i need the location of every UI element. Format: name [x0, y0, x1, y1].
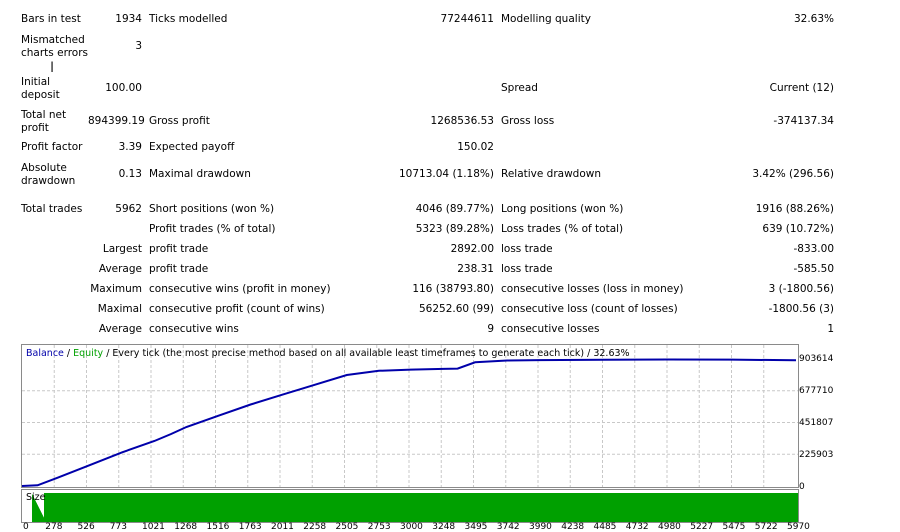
profit-factor-value: 3.39	[118, 141, 142, 153]
average-consecutive-label: Average	[98, 323, 142, 335]
bars-in-test-value: 1934	[115, 13, 142, 25]
profit-trades-value: 5323 (89.28%)	[415, 223, 494, 235]
short-positions-value: 4046 (89.77%)	[415, 203, 494, 215]
maximal-consecutive-loss-label: consecutive loss (count of losses)	[501, 303, 678, 315]
chart-title: Balance / Equity / Every tick (the most …	[26, 348, 630, 359]
y-tick-label: 451807	[799, 418, 834, 428]
largest-profit-trade-label: profit trade	[149, 243, 209, 255]
ticks-modelled-label: Ticks modelled	[149, 13, 228, 25]
gross-profit-value: 1268536.53	[430, 115, 494, 127]
maximal-consecutive-profit-label: consecutive profit (count of wins)	[149, 303, 325, 315]
y-tick-label: 0	[799, 482, 805, 492]
chart-title-sep: /	[63, 348, 74, 359]
total-trades-value: 5962	[115, 203, 142, 215]
total-trades-label: Total trades	[21, 203, 83, 215]
gross-loss-label: Gross loss	[501, 115, 555, 127]
average-consecutive-wins-value: 9	[487, 323, 494, 335]
maximum-label: Maximum	[90, 283, 142, 295]
absolute-drawdown-label: Absolute drawdown	[21, 162, 76, 187]
chart-title-balance: Balance	[26, 348, 64, 359]
short-positions-label: Short positions (won %)	[149, 203, 275, 215]
max-consecutive-wins-label: consecutive wins (profit in money)	[149, 283, 331, 295]
max-consecutive-losses-label: consecutive losses (loss in money)	[501, 283, 684, 295]
chart-title-equity: Equity	[73, 348, 104, 359]
bars-in-test-label: Bars in test	[21, 13, 81, 25]
y-tick-label: 903614	[799, 354, 834, 364]
relative-drawdown-label: Relative drawdown	[501, 168, 602, 180]
balance-chart: Balance / Equity / Every tick (the most …	[21, 344, 799, 488]
maximal-drawdown-value: 10713.04 (1.18%)	[399, 168, 494, 180]
long-positions-value: 1916 (88.26%)	[755, 203, 834, 215]
gross-loss-value: -374137.34	[773, 115, 834, 127]
maximal-consecutive-profit-value: 56252.60 (99)	[419, 303, 494, 315]
total-net-profit-label: Total net profit	[21, 109, 67, 134]
modelling-quality-label: Modelling quality	[501, 13, 591, 25]
average-profit-trade-value: 238.31	[457, 263, 494, 275]
loss-trades-label: Loss trades (% of total)	[501, 223, 624, 235]
average-consecutive-losses-value: 1	[827, 323, 834, 335]
average-consecutive-wins-label: consecutive wins	[149, 323, 239, 335]
size-chart: Size	[21, 489, 799, 523]
profit-factor-label: Profit factor	[21, 141, 83, 153]
max-consecutive-wins-value: 116 (38793.80)	[412, 283, 494, 295]
largest-profit-trade-value: 2892.00	[450, 243, 494, 255]
size-bar-fill	[44, 493, 798, 522]
balance-chart-plot	[22, 345, 798, 487]
average-loss-trade-value: -585.50	[793, 263, 834, 275]
long-positions-label: Long positions (won %)	[501, 203, 624, 215]
y-tick-label: 225903	[799, 450, 834, 460]
average-loss-trade-label: loss trade	[501, 263, 553, 275]
loss-trades-value: 639 (10.72%)	[762, 223, 834, 235]
mismatched-errors-label: Mismatched charts errors	[21, 34, 88, 59]
average-profit-trade-label: profit trade	[149, 263, 209, 275]
ticks-modelled-value: 77244611	[440, 13, 494, 25]
max-consecutive-losses-value: 3 (-1800.56)	[768, 283, 834, 295]
y-tick-label: 677710	[799, 386, 834, 396]
spread-label: Spread	[501, 82, 538, 94]
spread-value: Current (12)	[769, 82, 834, 94]
total-net-profit-value: 894399.19	[88, 115, 145, 127]
gross-profit-label: Gross profit	[149, 115, 210, 127]
modelling-quality-value: 32.63%	[793, 13, 834, 25]
absolute-drawdown-value: 0.13	[118, 168, 142, 180]
maximal-label: Maximal	[97, 303, 142, 315]
initial-deposit-label: Initial deposit	[21, 76, 60, 101]
largest-loss-trade-value: -833.00	[793, 243, 834, 255]
size-label: Size	[26, 492, 46, 503]
largest-loss-trade-label: loss trade	[501, 243, 553, 255]
maximal-drawdown-label: Maximal drawdown	[149, 168, 251, 180]
expected-payoff-value: 150.02	[457, 141, 494, 153]
average-label: Average	[98, 263, 142, 275]
largest-label: Largest	[102, 243, 142, 255]
average-consecutive-losses-label: consecutive losses	[501, 323, 600, 335]
profit-trades-label: Profit trades (% of total)	[149, 223, 276, 235]
initial-deposit-value: 100.00	[105, 82, 142, 94]
chart-title-rest: / Every tick (the most precise method ba…	[103, 348, 630, 359]
relative-drawdown-value: 3.42% (296.56)	[752, 168, 834, 180]
mismatched-errors-value: 3	[135, 40, 142, 52]
maximal-consecutive-loss-value: -1800.56 (3)	[768, 303, 834, 315]
text-cursor-icon: I	[50, 60, 55, 76]
expected-payoff-label: Expected payoff	[149, 141, 235, 153]
